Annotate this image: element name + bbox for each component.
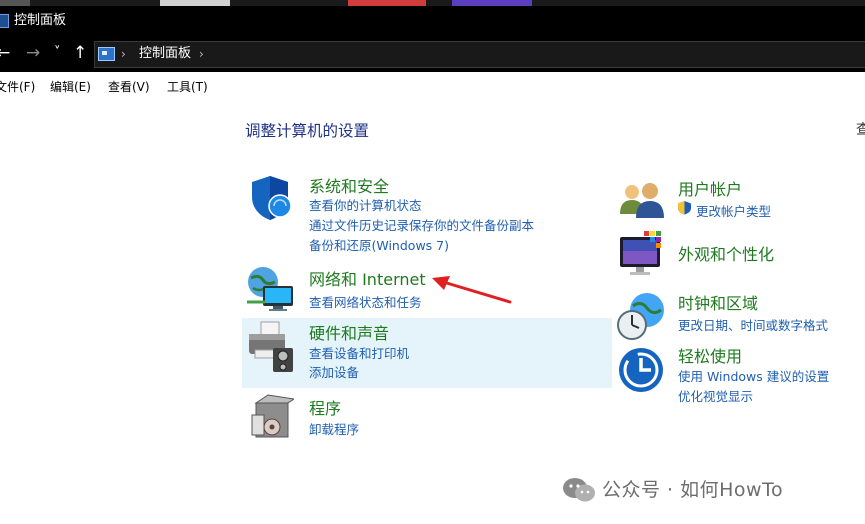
link-uninstall-program[interactable]: 卸载程序: [309, 419, 359, 438]
category-ease-of-access[interactable]: 轻松使用: [678, 343, 742, 367]
printer-icon[interactable]: [245, 320, 297, 374]
navigation-bar: ← → ˅ ↑ › 控制面板 ›: [0, 36, 865, 72]
user-accounts-icon[interactable]: [618, 180, 666, 220]
breadcrumb-separator[interactable]: ›: [121, 44, 126, 64]
link-recommended-settings[interactable]: 使用 Windows 建议的设置: [678, 366, 829, 385]
link-view-computer-status[interactable]: 查看你的计算机状态: [309, 195, 422, 214]
window-title-bar: 控制面板: [0, 6, 865, 36]
category-programs[interactable]: 程序: [309, 395, 341, 419]
appearance-monitor-icon[interactable]: [618, 229, 668, 279]
page-title: 调整计算机的设置: [245, 122, 370, 140]
menu-edit[interactable]: 编辑(E): [50, 78, 91, 95]
link-file-history-backup[interactable]: 通过文件历史记录保存你的文件备份副本: [309, 215, 534, 234]
recent-locations-button[interactable]: ˅: [54, 42, 61, 64]
ease-of-access-icon[interactable]: [617, 346, 665, 394]
menu-file[interactable]: 文件(F): [0, 78, 35, 95]
breadcrumb-control-panel[interactable]: 控制面板: [139, 44, 191, 64]
menu-view[interactable]: 查看(V): [108, 78, 150, 95]
programs-icon[interactable]: [250, 393, 294, 441]
uac-shield-icon: [678, 201, 691, 215]
link-backup-restore[interactable]: 备份和还原(Windows 7): [309, 235, 449, 254]
control-panel-icon: [98, 47, 115, 61]
address-bar[interactable]: › 控制面板 ›: [94, 41, 865, 68]
breadcrumb-separator[interactable]: ›: [199, 44, 204, 64]
view-by-label[interactable]: 查: [856, 119, 865, 139]
link-change-date-time-format[interactable]: 更改日期、时间或数字格式: [678, 315, 828, 334]
back-button[interactable]: ←: [0, 42, 10, 64]
up-button[interactable]: ↑: [73, 42, 87, 64]
annotation-arrow-icon: [432, 276, 512, 304]
control-panel-icon: [0, 14, 9, 28]
window-title: 控制面板: [14, 13, 67, 28]
link-change-account-type[interactable]: 更改帐户类型: [696, 201, 771, 220]
link-network-status[interactable]: 查看网络状态和任务: [309, 292, 422, 311]
category-system-security[interactable]: 系统和安全: [309, 173, 389, 197]
forward-button[interactable]: →: [26, 42, 40, 64]
link-add-device[interactable]: 添加设备: [309, 362, 359, 381]
watermark-text: 公众号 · 如何HowTo: [602, 479, 784, 501]
category-clock-region[interactable]: 时钟和区域: [678, 290, 758, 314]
clock-globe-icon[interactable]: [615, 290, 667, 342]
wechat-logo-icon: [563, 478, 595, 502]
category-appearance-personalization[interactable]: 外观和个性化: [678, 241, 774, 265]
network-globe-icon[interactable]: [245, 264, 297, 314]
menu-tools[interactable]: 工具(T): [167, 78, 208, 95]
category-user-accounts[interactable]: 用户帐户: [678, 176, 742, 200]
category-hardware-sound[interactable]: 硬件和声音: [309, 320, 389, 344]
link-devices-printers[interactable]: 查看设备和打印机: [309, 343, 409, 362]
category-network-internet[interactable]: 网络和 Internet: [309, 266, 426, 290]
shield-icon[interactable]: [246, 173, 296, 223]
link-optimize-visual-display[interactable]: 优化视觉显示: [678, 386, 753, 405]
category-hover-highlight: [242, 318, 612, 388]
menu-bar: 文件(F) 编辑(E) 查看(V) 工具(T): [0, 72, 865, 98]
